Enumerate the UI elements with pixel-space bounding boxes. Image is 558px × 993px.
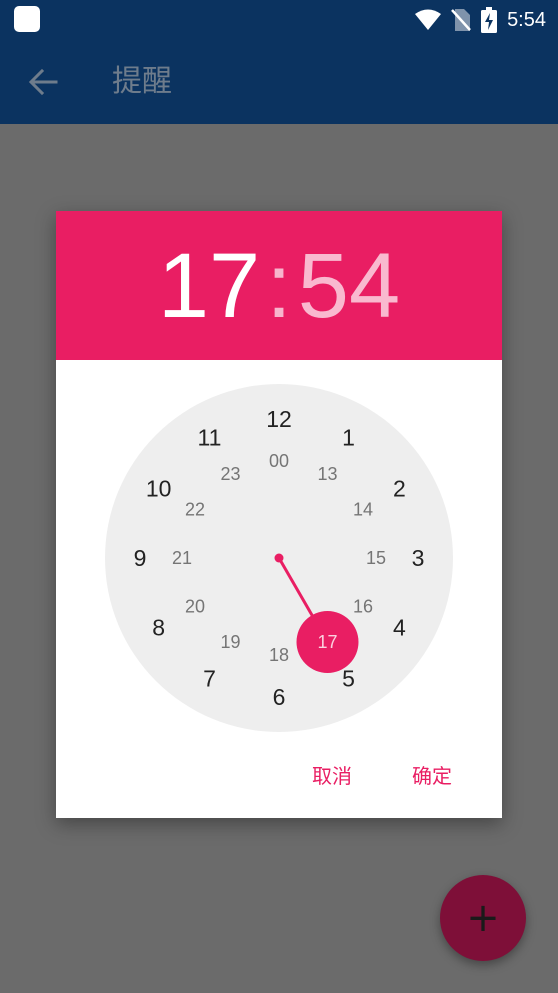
cancel-button[interactable]: 取消: [312, 756, 352, 796]
arrow-left-icon[interactable]: [26, 62, 60, 102]
outer-hour-9[interactable]: 9: [134, 545, 147, 571]
outer-hour-10[interactable]: 10: [146, 476, 172, 502]
app-notification-icon: [14, 6, 40, 32]
outer-hour-12[interactable]: 12: [266, 406, 292, 432]
time-picker-dialog: 17 : 54 12 1 2 3 4 5 6 7 8 9 10 11 00 13 14 15 16 17 18 19 2…: [56, 211, 502, 818]
inner-hour-23[interactable]: 23: [220, 464, 240, 484]
inner-hour-15[interactable]: 15: [366, 548, 386, 568]
outer-hour-1[interactable]: 1: [342, 425, 355, 451]
app-bar: 提醒: [0, 40, 558, 124]
hour-display[interactable]: 17: [158, 240, 260, 332]
status-time: 5:54: [507, 8, 546, 31]
outer-hour-5[interactable]: 5: [342, 665, 355, 691]
no-sim-icon: [451, 9, 471, 31]
clock-face[interactable]: 121234567891011001314151617181920212223: [104, 383, 454, 733]
inner-hour-21[interactable]: 21: [172, 548, 192, 568]
dialog-actions: 取消 确定: [56, 756, 502, 796]
wifi-icon: [415, 9, 442, 30]
time-display: 17 : 54: [56, 211, 502, 360]
inner-hour-22[interactable]: 22: [185, 500, 205, 520]
page-title: 提醒: [112, 64, 172, 99]
outer-hour-3[interactable]: 3: [412, 545, 425, 571]
inner-hour-19[interactable]: 19: [220, 632, 240, 652]
outer-hour-7[interactable]: 7: [203, 665, 216, 691]
inner-hour-18[interactable]: 18: [269, 645, 289, 665]
time-picker-header: 17 : 54: [56, 211, 502, 360]
inner-hour-00[interactable]: 00: [269, 451, 289, 471]
status-icons: 5:54: [415, 6, 546, 34]
inner-hour-17[interactable]: 17: [317, 632, 337, 652]
inner-hour-20[interactable]: 20: [185, 597, 205, 617]
outer-hour-8[interactable]: 8: [152, 615, 165, 641]
time-separator: :: [266, 234, 292, 337]
outer-hour-4[interactable]: 4: [393, 615, 406, 641]
minute-display[interactable]: 54: [298, 240, 400, 332]
clock-center-dot: [274, 553, 284, 563]
ok-button[interactable]: 确定: [412, 756, 452, 796]
inner-hour-13[interactable]: 13: [317, 464, 337, 484]
outer-hour-2[interactable]: 2: [393, 476, 406, 502]
add-reminder-button[interactable]: +: [440, 875, 526, 961]
outer-hour-6[interactable]: 6: [273, 684, 286, 710]
inner-hour-14[interactable]: 14: [353, 500, 373, 520]
plus-icon: +: [466, 895, 500, 941]
outer-hour-11[interactable]: 11: [198, 425, 222, 451]
inner-hour-16[interactable]: 16: [353, 597, 373, 617]
battery-charging-icon: [481, 7, 498, 33]
status-bar: 5:54: [0, 0, 558, 40]
